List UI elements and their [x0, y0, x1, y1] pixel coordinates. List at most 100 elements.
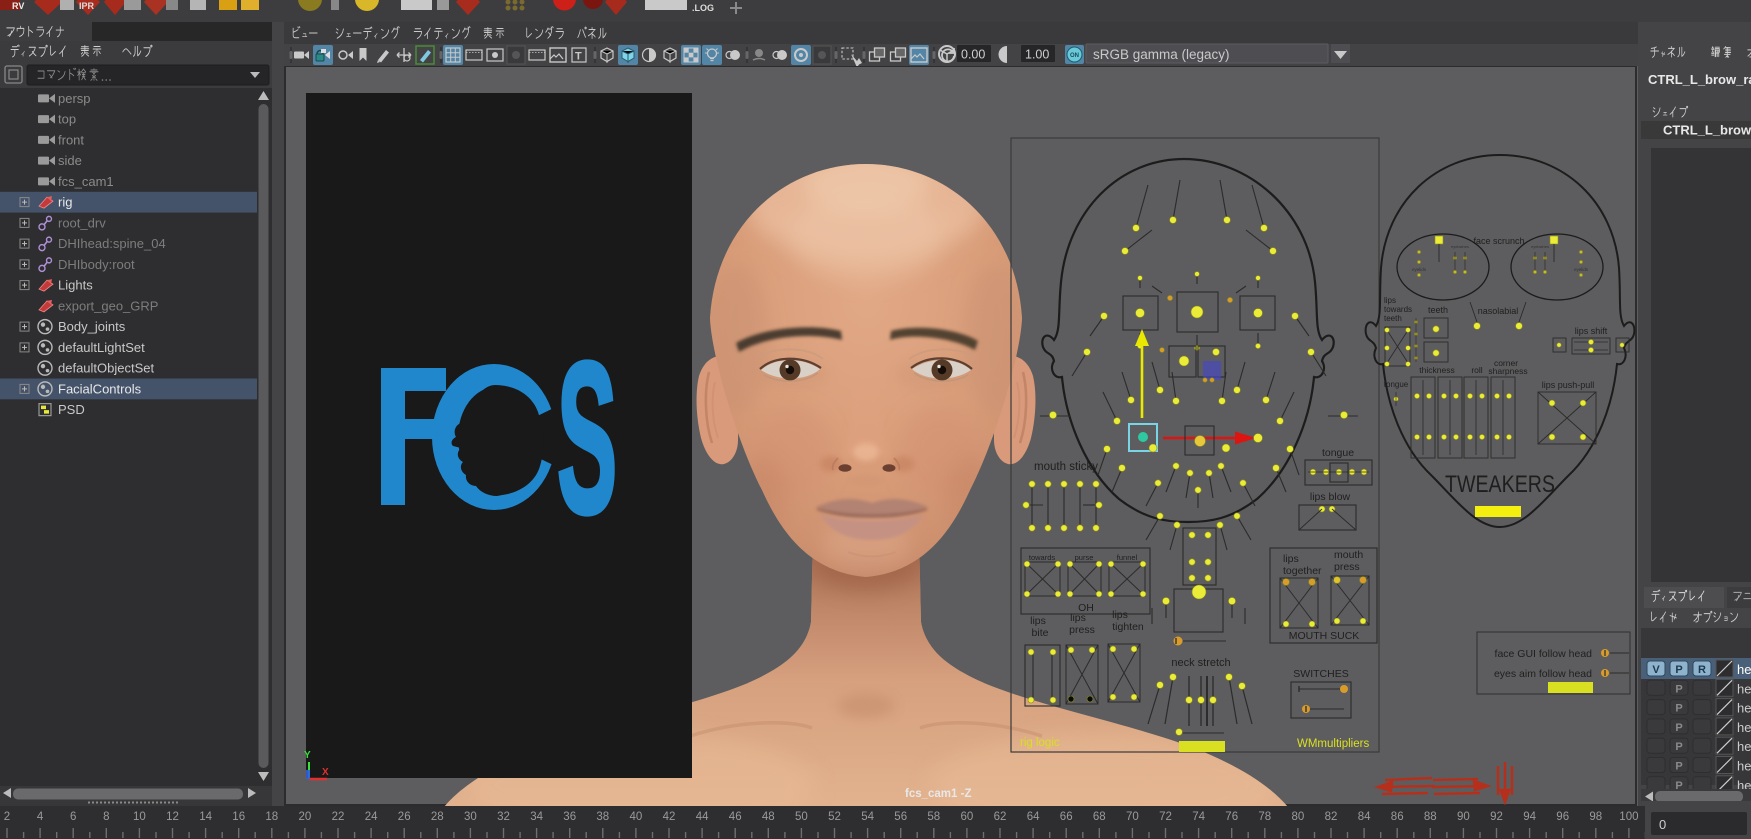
svg-text:32: 32	[497, 811, 510, 823]
svg-text:face GUI follow head: face GUI follow head	[1495, 648, 1593, 660]
svg-text:14: 14	[199, 811, 212, 823]
svg-text:30: 30	[464, 811, 477, 823]
svg-text:18: 18	[265, 811, 278, 823]
svg-text:tongue: tongue	[1384, 380, 1409, 389]
svg-text:SWITCHES: SWITCHES	[1293, 668, 1348, 680]
svg-text:100: 100	[1619, 811, 1638, 823]
svg-text:P: P	[1675, 761, 1682, 773]
svg-text:eyelids: eyelids	[1412, 267, 1427, 272]
svg-text:16: 16	[232, 811, 245, 823]
svg-text:50: 50	[795, 811, 808, 823]
svg-text:eyes aim follow head: eyes aim follow head	[1494, 668, 1592, 680]
svg-text:tongue: tongue	[1322, 447, 1354, 459]
svg-text:V: V	[1652, 664, 1660, 676]
svg-text:lips blow: lips blow	[1310, 491, 1351, 503]
svg-text:teeth: teeth	[1384, 314, 1402, 323]
svg-text:20: 20	[299, 811, 312, 823]
svg-text:he: he	[1737, 739, 1751, 754]
svg-text:CTRL_L_brow_ra: CTRL_L_brow_ra	[1648, 72, 1751, 87]
svg-text:P: P	[1675, 722, 1682, 734]
svg-text:76: 76	[1225, 811, 1238, 823]
svg-text:88: 88	[1424, 811, 1437, 823]
svg-text:X: X	[322, 767, 329, 778]
svg-text:96: 96	[1556, 811, 1569, 823]
svg-text:MOUTH SUCK: MOUTH SUCK	[1289, 630, 1360, 642]
svg-text:tighten: tighten	[1112, 621, 1144, 633]
svg-text:86: 86	[1391, 811, 1404, 823]
svg-text:he: he	[1737, 662, 1751, 677]
svg-text:P: P	[1675, 703, 1682, 715]
svg-text:press: press	[1069, 624, 1095, 636]
svg-text:lips: lips	[1070, 612, 1086, 624]
svg-text:4: 4	[37, 811, 44, 823]
svg-text:2: 2	[4, 811, 10, 823]
svg-text:52: 52	[828, 811, 841, 823]
svg-text:eyelids: eyelids	[1574, 267, 1589, 272]
svg-text:28: 28	[431, 811, 444, 823]
svg-text:rig logic: rig logic	[1020, 737, 1060, 749]
svg-text:0: 0	[1659, 817, 1666, 832]
svg-text:R: R	[1698, 664, 1706, 676]
svg-text:he: he	[1737, 720, 1751, 735]
svg-text:teeth: teeth	[1428, 305, 1448, 315]
svg-text:1.00: 1.00	[1025, 48, 1049, 62]
svg-text:62: 62	[994, 811, 1007, 823]
svg-text:22: 22	[332, 811, 345, 823]
svg-text:lips: lips	[1112, 609, 1128, 621]
svg-text:sRGB gamma (legacy): sRGB gamma (legacy)	[1093, 47, 1230, 62]
svg-text:Y: Y	[304, 750, 311, 761]
svg-text:26: 26	[398, 811, 411, 823]
svg-text:fcs_cam1 -Z: fcs_cam1 -Z	[905, 788, 971, 800]
svg-text:68: 68	[1093, 811, 1106, 823]
svg-text:54: 54	[861, 811, 874, 823]
svg-text:T: T	[575, 51, 582, 63]
svg-text:82: 82	[1325, 811, 1338, 823]
svg-text:press: press	[1334, 561, 1360, 573]
svg-text:towards: towards	[1384, 305, 1412, 314]
svg-text:94: 94	[1523, 811, 1536, 823]
svg-text:S: S	[557, 318, 617, 558]
svg-text:WMmultipliers: WMmultipliers	[1297, 738, 1369, 750]
svg-text:he: he	[1737, 681, 1751, 696]
svg-text:purse: purse	[1075, 553, 1094, 562]
svg-text:40: 40	[630, 811, 643, 823]
svg-text:P: P	[1675, 664, 1682, 676]
svg-text:74: 74	[1192, 811, 1205, 823]
svg-text:nasolabial: nasolabial	[1478, 306, 1519, 316]
svg-text:towards: towards	[1029, 553, 1056, 562]
svg-text:92: 92	[1490, 811, 1503, 823]
svg-text:funnel: funnel	[1117, 553, 1138, 562]
svg-text:46: 46	[729, 811, 742, 823]
svg-text:8: 8	[103, 811, 109, 823]
svg-text:60: 60	[961, 811, 974, 823]
svg-text:neck stretch: neck stretch	[1171, 657, 1230, 669]
svg-text:70: 70	[1126, 811, 1139, 823]
svg-text:lips: lips	[1283, 553, 1299, 565]
svg-text:98: 98	[1589, 811, 1602, 823]
svg-text:P: P	[1675, 741, 1682, 753]
svg-text:58: 58	[927, 811, 940, 823]
svg-text:66: 66	[1060, 811, 1073, 823]
svg-text:TWEAKERS: TWEAKERS	[1445, 471, 1555, 498]
svg-text:face scrunch: face scrunch	[1473, 236, 1524, 246]
svg-text:78: 78	[1258, 811, 1271, 823]
svg-text:90: 90	[1457, 811, 1470, 823]
svg-text:72: 72	[1159, 811, 1172, 823]
svg-text:lips: lips	[1384, 296, 1396, 305]
svg-text:he: he	[1737, 701, 1751, 716]
svg-text:64: 64	[1027, 811, 1040, 823]
svg-text:24: 24	[365, 811, 378, 823]
svg-text:38: 38	[596, 811, 609, 823]
svg-text:lips: lips	[1030, 615, 1046, 627]
svg-text:ON: ON	[1070, 53, 1079, 59]
svg-text:lips shift: lips shift	[1575, 326, 1608, 336]
svg-text:56: 56	[894, 811, 907, 823]
svg-text:lips push-pull: lips push-pull	[1542, 380, 1595, 390]
svg-text:eyelashes: eyelashes	[1531, 244, 1549, 249]
svg-text:34: 34	[530, 811, 543, 823]
svg-text:roll: roll	[1471, 365, 1482, 375]
svg-text:36: 36	[563, 811, 576, 823]
svg-text:eyelashes: eyelashes	[1451, 244, 1469, 249]
svg-text:48: 48	[762, 811, 775, 823]
svg-text:sharpness: sharpness	[1488, 366, 1527, 376]
